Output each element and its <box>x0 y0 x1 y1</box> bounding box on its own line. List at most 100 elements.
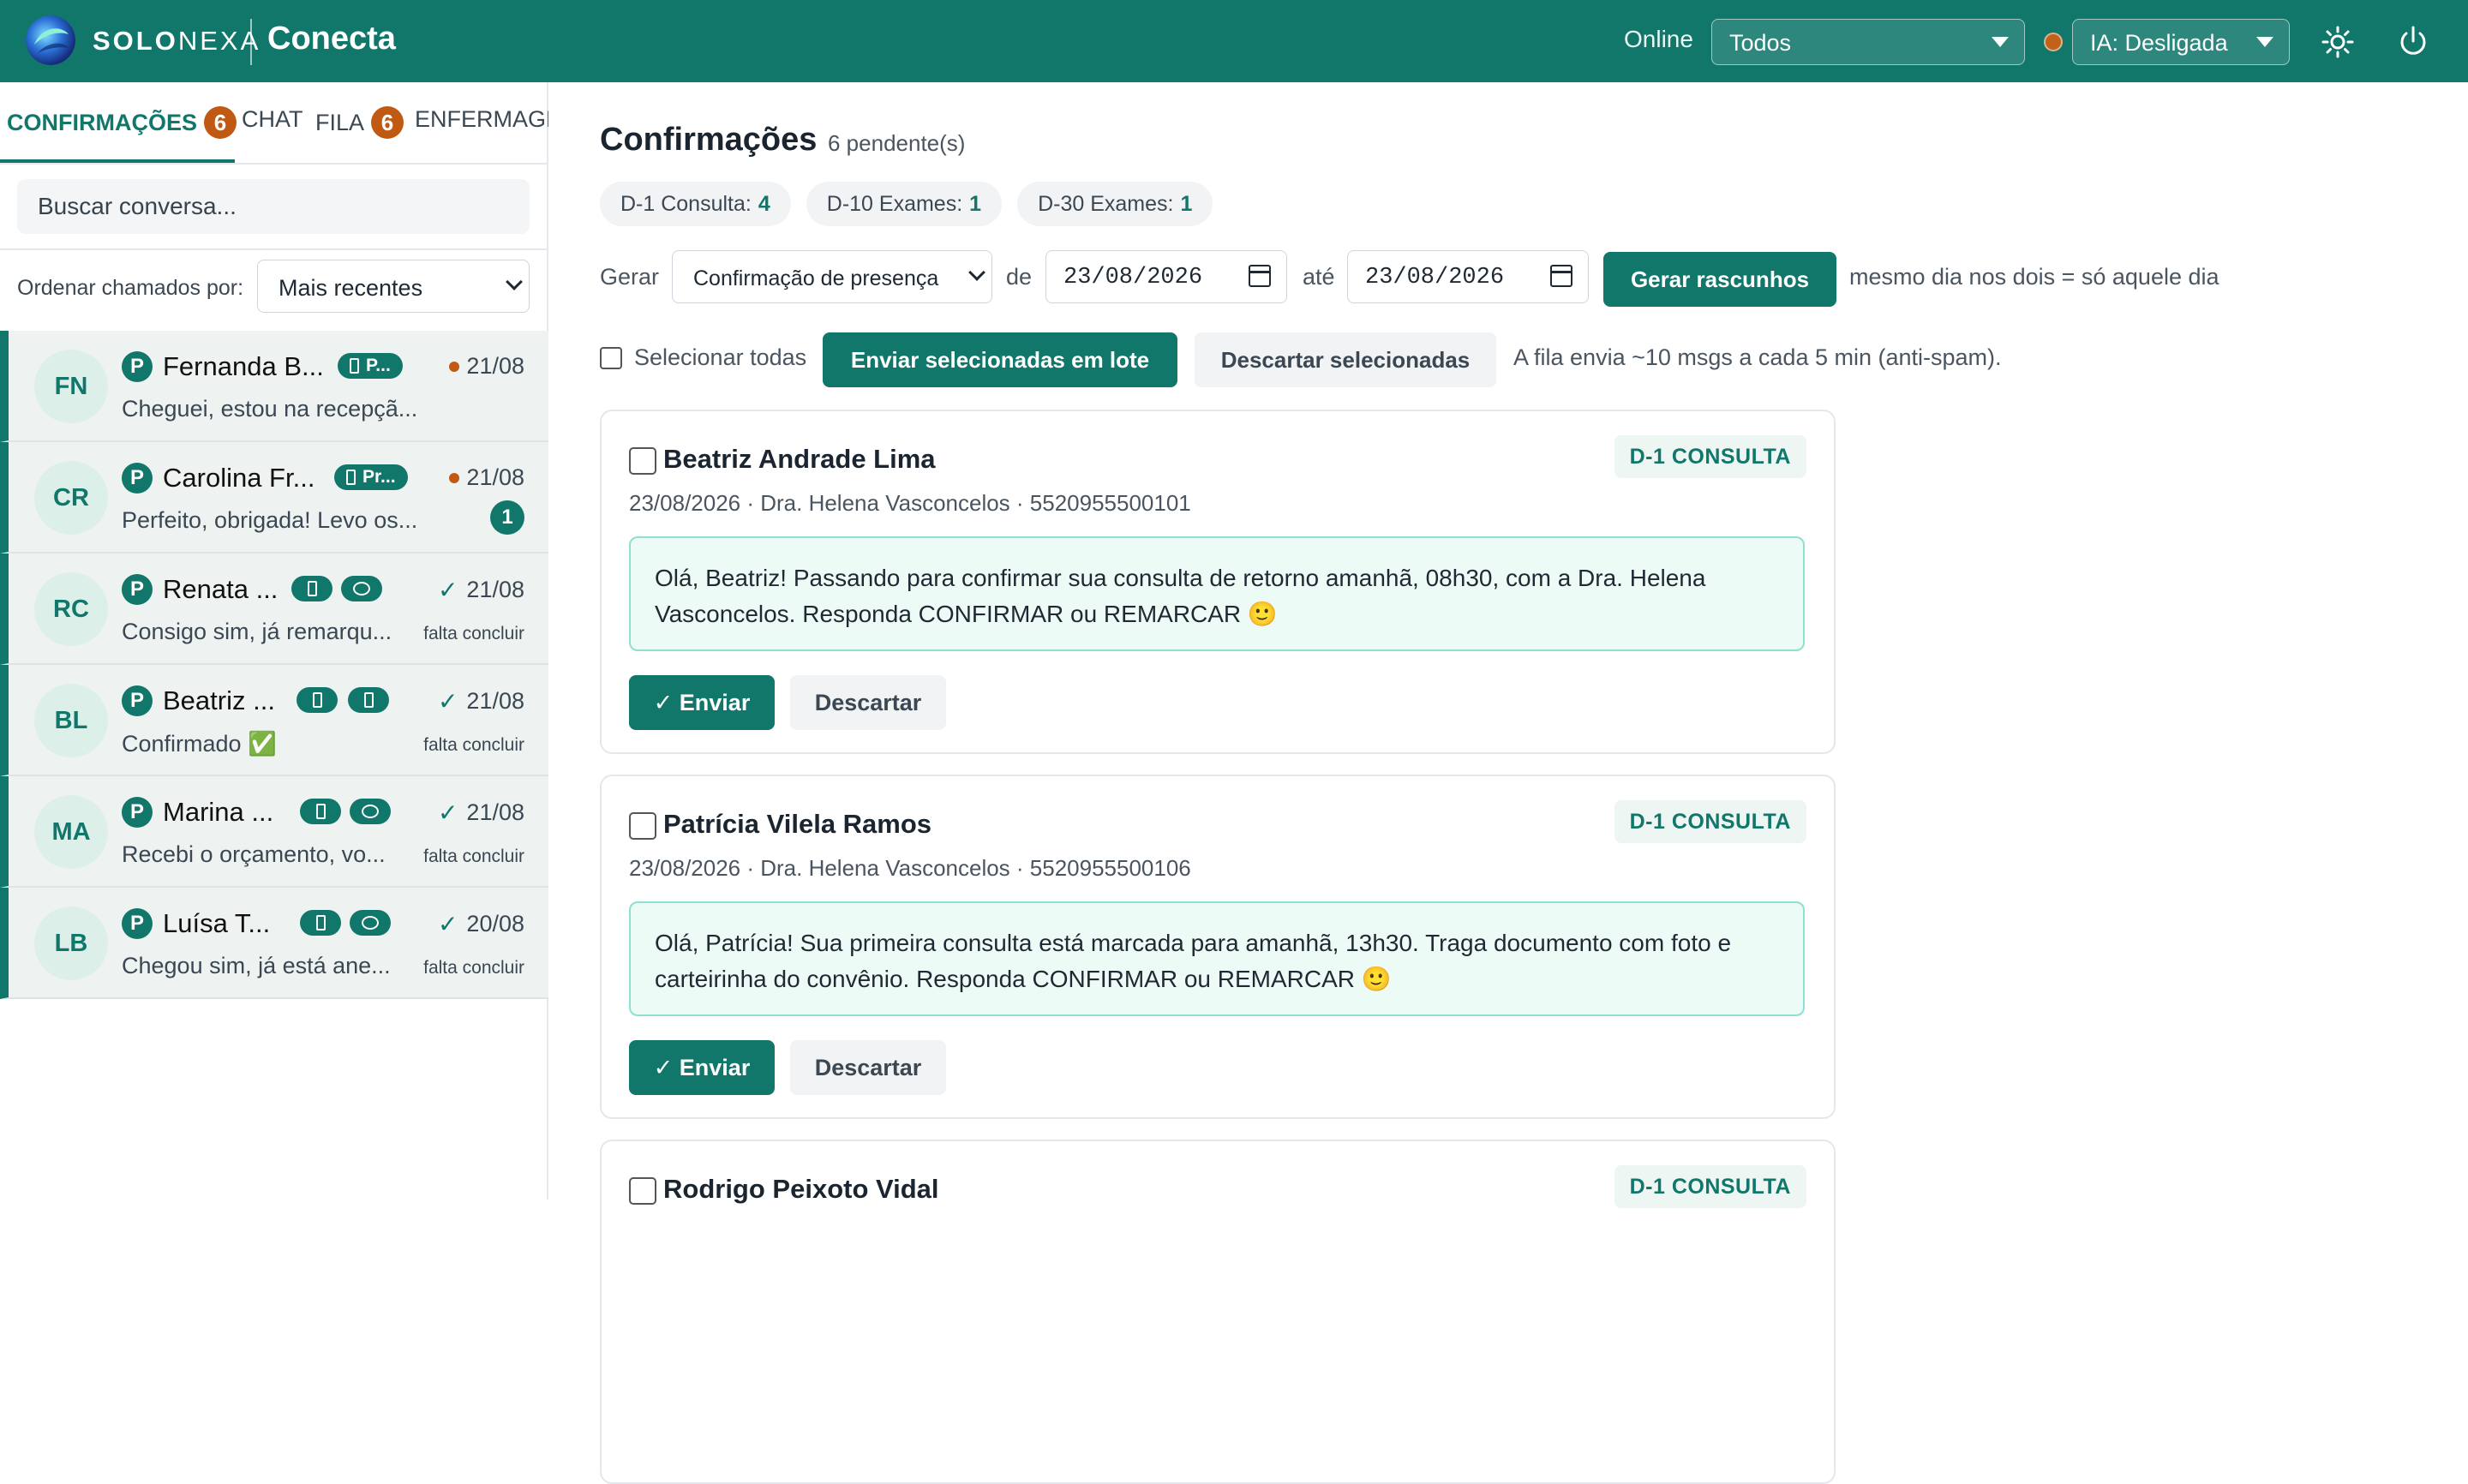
online-label: Online <box>1624 26 1693 52</box>
conversation-date: ✓ 20/08 <box>437 911 524 937</box>
conversation-preview: Perfeito, obrigada! Levo os... <box>122 507 418 533</box>
brand-divider <box>250 19 252 65</box>
to-label: até <box>1303 264 1335 290</box>
conversation-item[interactable]: FN P Fernanda B... P... 21/08 Cheguei, e… <box>0 331 548 442</box>
conversation-preview: Chegou sim, já está ane... <box>122 953 391 978</box>
conversation-item[interactable]: RC P Renata ... ✓ 21/08 Consigo sim, já r… <box>0 554 548 665</box>
card-checkbox[interactable] <box>629 812 656 840</box>
online-filter-select[interactable]: Todos <box>1711 19 2025 65</box>
calendar-icon[interactable] <box>1249 265 1271 287</box>
conversation-item[interactable]: MA P Marina ... ✓ 21/08 Recebi o orçament… <box>0 776 548 888</box>
tab-confirmacoes[interactable]: CONFIRMAÇÕES 6 <box>7 106 237 139</box>
platform-badge: P <box>122 351 153 382</box>
chat-tag <box>350 910 391 936</box>
sidebar-tabs: CONFIRMAÇÕES 6 CHAT FILA 6 ENFERMAGE <box>0 82 548 165</box>
chat-tag <box>341 576 382 601</box>
phone-icon <box>307 581 317 596</box>
select-all-checkbox[interactable] <box>600 346 622 369</box>
tab-chat[interactable]: CHAT <box>242 106 303 133</box>
chevron-down-icon <box>968 264 985 281</box>
order-value: Mais recentes <box>279 275 423 301</box>
chevron-down-icon <box>2256 37 2273 47</box>
tab-fila[interactable]: FILA 6 <box>315 106 404 139</box>
chat-tag <box>350 799 391 824</box>
discard-button[interactable]: Descartar <box>790 675 946 730</box>
conversation-status: falta concluir <box>423 847 524 866</box>
message-type-select[interactable]: Confirmação de presença <box>672 250 992 303</box>
conversation-status: falta concluir <box>423 958 524 978</box>
message-draft[interactable]: Olá, Patrícia! Sua primeira consulta est… <box>629 901 1805 1016</box>
from-date-input[interactable]: 23/08/2026 <box>1045 250 1287 303</box>
avatar: LB <box>34 907 108 980</box>
send-button[interactable]: ✓ Enviar <box>629 675 775 730</box>
discard-selected-button[interactable]: Descartar selecionadas <box>1195 332 1496 387</box>
conversation-preview: Cheguei, estou na recepçã... <box>122 396 418 422</box>
phone-tag: P... <box>338 353 403 379</box>
generate-drafts-button[interactable]: Gerar rascunhos <box>1603 252 1836 307</box>
search-input[interactable] <box>17 179 530 234</box>
patient-name: Beatriz Andrade Lima <box>663 444 936 474</box>
summary-chip[interactable]: D-30 Exames: 1 <box>1017 182 1213 226</box>
order-label: Ordenar chamados por: <box>17 276 244 300</box>
unread-count-badge: 1 <box>490 500 524 535</box>
active-tab-indicator <box>0 159 235 163</box>
top-bar: SOLONEXA Conecta Online Todos IA: Deslig… <box>0 0 2468 82</box>
calendar-icon[interactable] <box>1550 265 1572 287</box>
to-date-input[interactable]: 23/08/2026 <box>1347 250 1589 303</box>
select-all[interactable]: Selecionar todas <box>600 344 806 371</box>
conversation-item[interactable]: LB P Luísa T... ✓ 20/08 Chegou sim, já es… <box>0 888 548 999</box>
card-checkbox[interactable] <box>629 1177 656 1205</box>
card-type-tag: D-1 CONSULTA <box>1614 435 1806 478</box>
conversation-item[interactable]: CR P Carolina Fr... Pr... 21/08 Perfeito… <box>0 442 548 554</box>
phone-icon <box>315 804 326 819</box>
tab-label: CONFIRMAÇÕES <box>7 109 197 135</box>
platform-badge: P <box>122 908 153 939</box>
conversation-name: Renata ... <box>163 574 279 604</box>
send-batch-button[interactable]: Enviar selecionadas em lote <box>823 332 1177 387</box>
tab-count-badge: 6 <box>371 106 404 139</box>
summary-chip[interactable]: D-1 Consulta: 4 <box>600 182 791 226</box>
confirmation-card: Rodrigo Peixoto Vidal D-1 CONSULTA <box>600 1140 1836 1484</box>
avatar: MA <box>34 795 108 869</box>
sidebar: CONFIRMAÇÕES 6 CHAT FILA 6 ENFERMAGE Ord… <box>0 82 548 1200</box>
order-select[interactable]: Mais recentes <box>257 260 530 313</box>
card-type-tag: D-1 CONSULTA <box>1614 1165 1806 1208</box>
phone-icon <box>363 692 374 708</box>
from-date-value: 23/08/2026 <box>1063 265 1203 290</box>
conversation-preview: Confirmado ✅ <box>122 731 277 757</box>
platform-badge: P <box>122 463 153 494</box>
card-type-tag: D-1 CONSULTA <box>1614 800 1806 843</box>
platform-badge: P <box>122 685 153 716</box>
tab-enfermagem[interactable]: ENFERMAGE <box>415 106 548 133</box>
brand-name: SOLONEXA <box>93 26 261 56</box>
ia-status-select[interactable]: IA: Desligada <box>2072 19 2290 65</box>
pending-dot <box>449 361 460 372</box>
phone-tag: Pr... <box>334 464 408 490</box>
theme-toggle-icon[interactable] <box>2320 24 2356 60</box>
discard-button[interactable]: Descartar <box>790 1040 946 1095</box>
send-button[interactable]: ✓ Enviar <box>629 1040 775 1095</box>
patient-name: Patrícia Vilela Ramos <box>663 809 932 839</box>
phone-tag <box>348 687 389 713</box>
conversation-date: 21/08 <box>449 353 524 380</box>
pending-count: 6 pendente(s) <box>828 130 966 156</box>
summary-chip[interactable]: D-10 Exames: 1 <box>806 182 1003 226</box>
phone-icon <box>350 358 359 374</box>
message-type-value: Confirmação de presença <box>693 266 939 290</box>
summary-chips: D-1 Consulta: 4 D-10 Exames: 1 D-30 Exames… <box>600 182 1228 226</box>
card-checkbox[interactable] <box>629 447 656 475</box>
power-icon[interactable] <box>2395 24 2431 60</box>
phone-tag <box>300 799 341 824</box>
message-draft[interactable]: Olá, Beatriz! Passando para confirmar su… <box>629 536 1805 651</box>
chevron-down-icon <box>1992 37 2009 47</box>
conversation-status: falta concluir <box>423 624 524 643</box>
generate-label: Gerar <box>600 264 660 290</box>
conversation-preview: Consigo sim, já remarqu... <box>122 619 392 644</box>
avatar: CR <box>34 461 108 535</box>
check-icon: ✓ <box>437 577 458 603</box>
conversation-item[interactable]: BL P Beatriz ... ✓ 21/08 Confirmado ✅ fal… <box>0 665 548 776</box>
conversation-list: FN P Fernanda B... P... 21/08 Cheguei, e… <box>0 331 548 999</box>
app-name: Conecta <box>267 21 396 57</box>
conversation-name: Carolina Fr... <box>163 463 315 493</box>
generate-hint: mesmo dia nos dois = só aquele dia <box>1849 264 2219 290</box>
